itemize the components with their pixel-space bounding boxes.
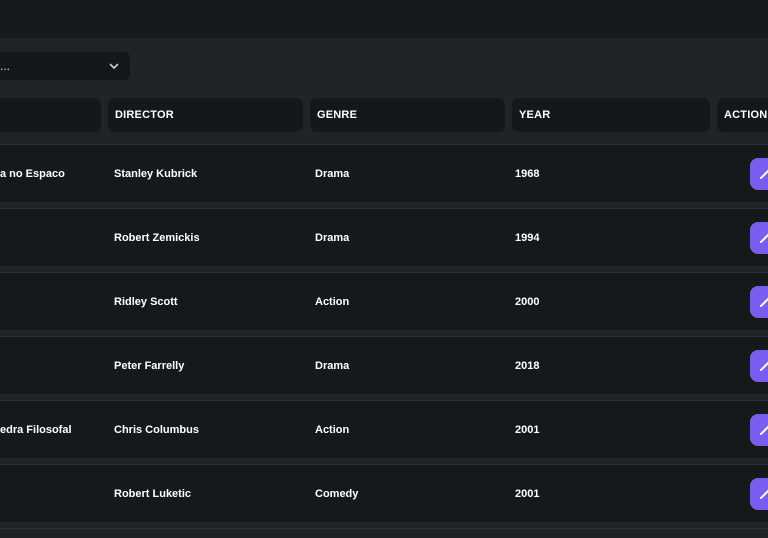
edit-button[interactable] [750, 158, 768, 190]
edit-button[interactable] [750, 414, 768, 446]
header-action[interactable]: ACTION [717, 98, 768, 132]
cell-genre: Drama [315, 359, 350, 372]
cell-director: Robert Luketic [114, 487, 192, 500]
cell-title: a no Espaco [0, 167, 65, 180]
header-director[interactable]: DIRECTOR [108, 98, 303, 132]
cell-director: Robert Zemickis [114, 231, 200, 244]
edit-button[interactable] [750, 286, 768, 318]
cell-year: 2001 [515, 423, 540, 436]
edit-button[interactable] [750, 222, 768, 254]
pencil-icon [760, 297, 768, 307]
pencil-icon [760, 425, 768, 435]
cell-director: Ridley Scott [114, 295, 178, 308]
main-content: ... DIRECTOR GENRE YEAR ACTION a no Espa… [0, 38, 768, 538]
pencil-icon [760, 169, 768, 179]
cell-year: 2018 [515, 359, 540, 372]
table-row: Ridley Scott Action 2000 [0, 273, 768, 330]
cell-genre: Action [315, 295, 350, 308]
table-row: Robert Luketic Comedy 2001 [0, 465, 768, 522]
edit-button[interactable] [750, 478, 768, 510]
cell-director: Peter Farrelly [114, 359, 185, 372]
header-title[interactable] [0, 98, 101, 132]
pencil-icon [760, 361, 768, 371]
cell-year: 2001 [515, 487, 540, 500]
table-row: Robert Zemickis Drama 1994 [0, 209, 768, 266]
header-year[interactable]: YEAR [512, 98, 710, 132]
top-bar [0, 0, 768, 38]
cell-genre: Drama [315, 231, 350, 244]
cell-genre: Drama [315, 167, 350, 180]
cell-year: 2000 [515, 295, 540, 308]
row-divider [0, 528, 768, 529]
table-row: Peter Farrelly Drama 2018 [0, 337, 768, 394]
cell-genre: Comedy [315, 487, 359, 500]
cell-genre: Action [315, 423, 350, 436]
filter-select[interactable]: ... [0, 52, 130, 80]
cell-year: 1994 [515, 231, 540, 244]
cell-director: Stanley Kubrick [114, 167, 198, 180]
cell-year: 1968 [515, 167, 540, 180]
edit-button[interactable] [750, 350, 768, 382]
table-row: a no Espaco Stanley Kubrick Drama 1968 [0, 145, 768, 202]
table-row: edra Filosofal Chris Columbus Action 200… [0, 401, 768, 458]
table-header: DIRECTOR GENRE YEAR ACTION [0, 98, 768, 132]
chevron-down-icon [109, 63, 119, 69]
cell-director: Chris Columbus [114, 423, 199, 436]
pencil-icon [760, 489, 768, 499]
cell-title: edra Filosofal [0, 423, 72, 436]
pencil-icon [760, 233, 768, 243]
header-genre[interactable]: GENRE [310, 98, 505, 132]
